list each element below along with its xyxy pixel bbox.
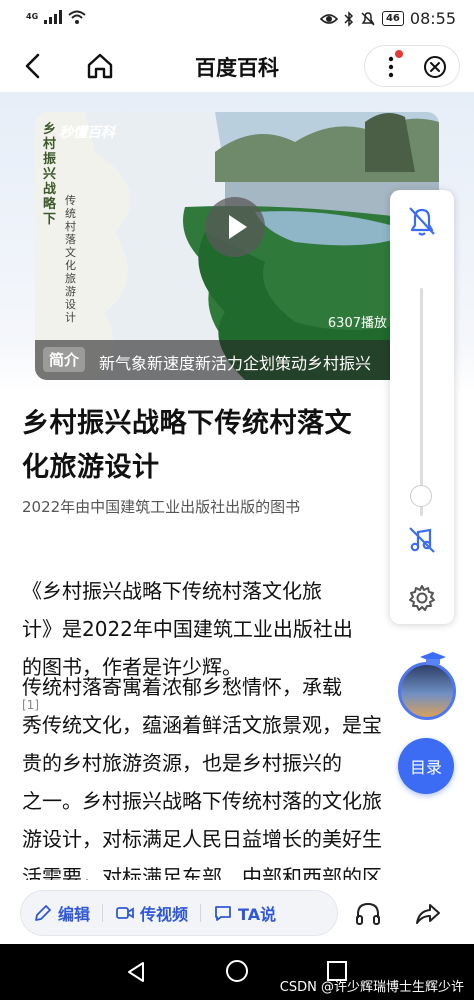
- wifi-icon: [68, 10, 86, 24]
- video-logo: 秒懂百科: [59, 125, 115, 141]
- system-back-icon[interactable]: [125, 960, 147, 984]
- volume-slider-track[interactable]: [420, 288, 423, 516]
- video-player[interactable]: 乡村振兴战略下 传统村落文化旅游设计 秒懂百科 6307播放 简介 新气象新速度…: [35, 112, 439, 380]
- article-paragraph-2: 传统村落寄寓着浓郁乡愁情怀，承载 秀传统文化，蕴涵着鲜活文旅景观，是宝 贵的乡村…: [22, 675, 382, 889]
- eye-icon: [319, 13, 338, 24]
- edit-label: 编辑: [58, 905, 91, 924]
- notification-dot: [395, 50, 403, 58]
- author-avatar[interactable]: [398, 662, 456, 720]
- bluetooth-icon: [344, 10, 354, 27]
- pencil-icon: [35, 905, 51, 921]
- ta-say-label: TA说: [238, 905, 277, 924]
- system-home-icon[interactable]: [225, 959, 249, 983]
- video-intro-strip[interactable]: 简介 新气象新速度新活力企划策动乡村振兴: [35, 340, 439, 380]
- play-button[interactable]: [205, 197, 265, 257]
- mute-bell-icon[interactable]: [390, 190, 454, 250]
- status-right: 46 08:55: [319, 9, 456, 28]
- upload-video-label: 传视频: [140, 905, 189, 924]
- paragraph-1-text: 《乡村振兴战略下传统村落文化旅 计》是2022年中国建筑工业出版社出 的图书，作…: [22, 579, 353, 679]
- play-count: 6307播放: [327, 316, 387, 331]
- mini-program-capsule: [364, 45, 460, 87]
- system-navigation-bar: CSDN @许少辉瑞博士生辉少许: [0, 944, 474, 1000]
- edit-button[interactable]: 编辑: [21, 901, 102, 925]
- action-pill: 编辑 传视频 TA说: [20, 890, 338, 936]
- chat-bubble-icon: [215, 906, 231, 921]
- nav-bar: 百度百科: [0, 40, 474, 92]
- upload-video-button[interactable]: 传视频: [103, 901, 200, 925]
- video-side-title: 乡村振兴战略下: [43, 122, 57, 227]
- clock: 08:55: [409, 9, 456, 28]
- status-left: 4G: [26, 10, 86, 24]
- status-bar: 4G 46 08:55: [0, 0, 474, 40]
- play-icon: [229, 215, 247, 239]
- headphones-icon[interactable]: [354, 900, 382, 928]
- more-menu-icon[interactable]: [381, 54, 405, 80]
- video-side-subtitle: 传统村落文化旅游设计: [65, 194, 76, 324]
- gear-icon[interactable]: [406, 582, 438, 614]
- floating-control-panel: [390, 190, 454, 624]
- graduation-cap-icon: [420, 652, 446, 666]
- intro-text: 新气象新速度新活力企划策动乡村振兴: [99, 354, 372, 373]
- network-type: 4G: [26, 12, 39, 21]
- video-camera-icon: [116, 907, 134, 919]
- watermark: CSDN @许少辉瑞博士生辉少许: [279, 980, 464, 995]
- intro-tag: 简介: [43, 347, 86, 372]
- share-icon[interactable]: [414, 900, 442, 928]
- battery-indicator: 46: [381, 11, 404, 26]
- bottom-action-bar: 编辑 传视频 TA说: [0, 880, 474, 944]
- signal-icon: [44, 10, 63, 24]
- article-title: 乡村振兴战略下传统村落文 化旅游设计: [22, 408, 352, 483]
- toc-button[interactable]: 目录: [398, 738, 454, 794]
- ta-say-button[interactable]: TA说: [201, 901, 288, 925]
- article-subtitle: 2022年由中国建筑工业出版社出版的图书: [22, 498, 301, 516]
- mute-bell-icon: [361, 11, 375, 26]
- close-circle-icon[interactable]: [423, 55, 447, 79]
- music-off-icon[interactable]: [406, 524, 438, 556]
- volume-slider-knob[interactable]: [410, 485, 432, 507]
